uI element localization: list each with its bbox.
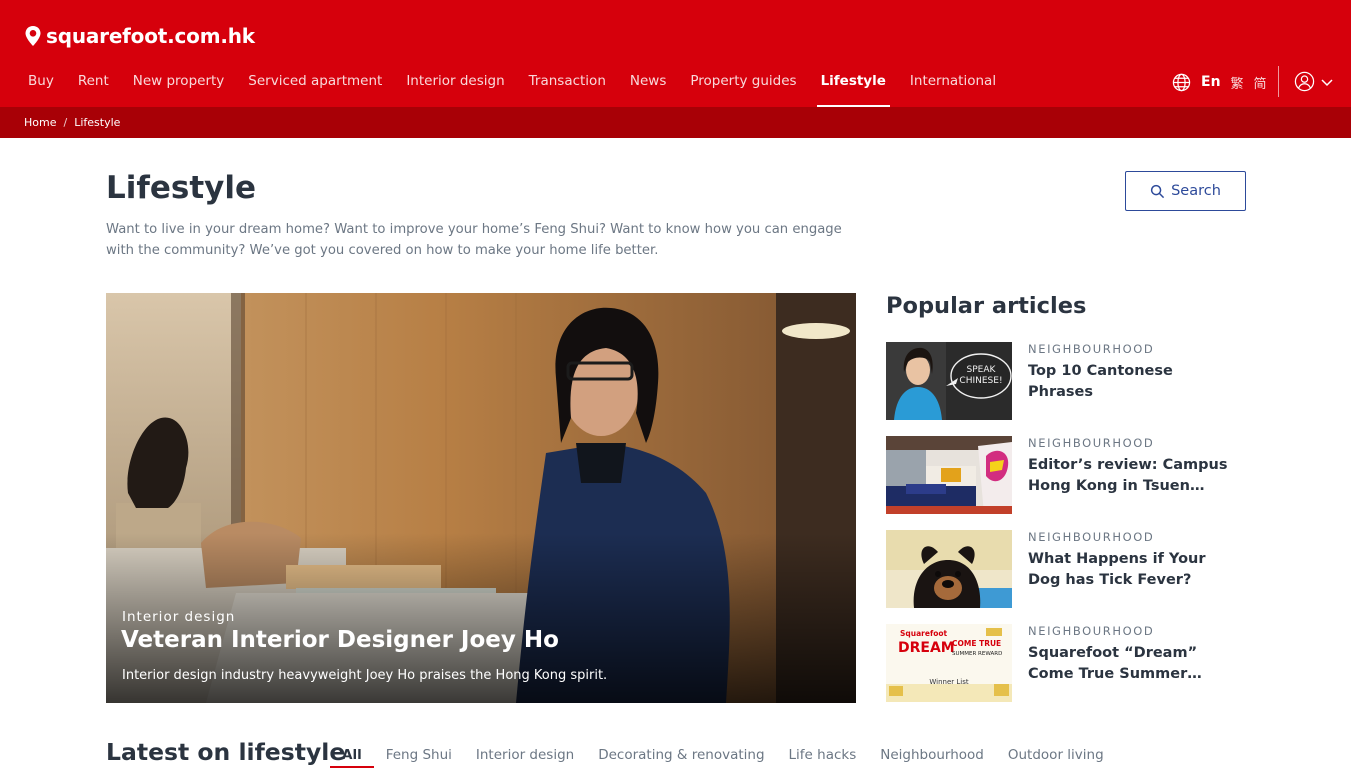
summer-reward-text: SUMMER REWARD — [952, 651, 1002, 657]
popular-article-thumbnail: SPEAK CHINESE! — [886, 342, 1012, 420]
popular-article-thumbnail: Squarefoot DREAM COME TRUE SUMMER REWARD… — [886, 624, 1012, 702]
lang-simplified-chinese[interactable]: 简 — [1254, 73, 1267, 92]
popular-article-category: NEIGHBOURHOOD — [1028, 342, 1155, 356]
campus-hk-image — [886, 436, 1012, 514]
dream-come-true-image: Squarefoot DREAM COME TRUE SUMMER REWARD… — [886, 624, 1012, 702]
popular-article[interactable]: NEIGHBOURHOOD What Happens if Your Dog h… — [886, 530, 1246, 608]
popular-article[interactable]: NEIGHBOURHOOD Editor’s review: Campus Ho… — [886, 436, 1246, 514]
nav-transaction[interactable]: Transaction — [517, 58, 618, 107]
popular-article-title[interactable]: Top 10 Cantonese Phrases — [1028, 361, 1233, 403]
site-header: squarefoot.com.hk Buy Rent New property … — [0, 0, 1351, 107]
language-switcher: En 繁 简 — [1172, 71, 1277, 93]
page-title: Lifestyle — [106, 170, 257, 206]
popular-article-title[interactable]: Editor’s review: Campus Hong Kong in Tsu… — [1028, 455, 1233, 497]
latest-filter-tabs: All Feng Shui Interior design Decorating… — [330, 744, 1116, 768]
popular-article-title[interactable]: What Happens if Your Dog has Tick Fever? — [1028, 549, 1233, 591]
popular-article-thumbnail — [886, 436, 1012, 514]
lang-english[interactable]: En — [1201, 74, 1221, 90]
breadcrumb-separator: / — [63, 116, 68, 129]
popular-article-title[interactable]: Squarefoot “Dream” Come True Summer… — [1028, 643, 1233, 685]
tab-interior-design[interactable]: Interior design — [464, 744, 586, 768]
speak-chinese-image: SPEAK CHINESE! — [886, 342, 1012, 420]
winner-list-text: Winner List — [929, 678, 968, 686]
popular-article-category: NEIGHBOURHOOD — [1028, 436, 1155, 450]
nav-international[interactable]: International — [898, 58, 1008, 107]
user-menu[interactable] — [1294, 71, 1334, 92]
speak-chinese-text-2: CHINESE! — [959, 376, 1002, 386]
popular-article[interactable]: SPEAK CHINESE! NEIGHBOURHOOD Top 10 Cant… — [886, 342, 1246, 420]
tab-neighbourhood[interactable]: Neighbourhood — [868, 744, 996, 768]
breadcrumb-current: Lifestyle — [74, 116, 121, 129]
nav-serviced-apartment[interactable]: Serviced apartment — [236, 58, 394, 107]
featured-article-description: Interior design industry heavyweight Joe… — [122, 668, 608, 683]
nav-buy[interactable]: Buy — [16, 58, 66, 107]
main-nav: Buy Rent New property Serviced apartment… — [16, 58, 1008, 107]
tab-outdoor-living[interactable]: Outdoor living — [996, 744, 1116, 768]
tab-life-hacks[interactable]: Life hacks — [777, 744, 869, 768]
popular-article-category: NEIGHBOURHOOD — [1028, 530, 1155, 544]
nav-news[interactable]: News — [618, 58, 678, 107]
featured-article-title[interactable]: Veteran Interior Designer Joey Ho — [121, 627, 559, 653]
speak-chinese-text-1: SPEAK — [967, 365, 997, 375]
search-button-label: Search — [1171, 183, 1221, 199]
tab-feng-shui[interactable]: Feng Shui — [374, 744, 464, 768]
popular-articles-heading: Popular articles — [886, 293, 1087, 319]
featured-article[interactable]: Interior design Veteran Interior Designe… — [106, 293, 856, 703]
latest-heading: Latest on lifestyle — [106, 738, 346, 766]
chevron-down-icon — [1321, 78, 1333, 86]
tab-decorating-renovating[interactable]: Decorating & renovating — [586, 744, 776, 768]
nav-lifestyle[interactable]: Lifestyle — [809, 58, 898, 107]
popular-article[interactable]: Squarefoot DREAM COME TRUE SUMMER REWARD… — [886, 624, 1246, 702]
popular-article-thumbnail — [886, 530, 1012, 608]
search-button[interactable]: Search — [1125, 171, 1246, 211]
page-intro: Want to live in your dream home? Want to… — [106, 222, 842, 258]
dream-brand-text: Squarefoot — [900, 629, 948, 638]
puppy-image — [886, 530, 1012, 608]
breadcrumb-bar: Home / Lifestyle — [0, 107, 1351, 138]
come-true-text: COME TRUE — [952, 639, 1001, 648]
breadcrumb: Home / Lifestyle — [24, 116, 120, 129]
site-logo[interactable]: squarefoot.com.hk — [24, 22, 255, 50]
nav-property-guides[interactable]: Property guides — [678, 58, 808, 107]
globe-icon[interactable] — [1172, 73, 1191, 92]
tab-all[interactable]: All — [330, 744, 374, 768]
header-divider — [1278, 66, 1279, 97]
location-pin-icon — [25, 26, 41, 46]
dream-text: DREAM — [898, 640, 955, 656]
search-icon — [1150, 184, 1165, 198]
popular-article-category: NEIGHBOURHOOD — [1028, 624, 1155, 638]
logo-text: squarefoot.com.hk — [46, 24, 255, 48]
nav-new-property[interactable]: New property — [121, 58, 237, 107]
user-icon — [1294, 71, 1315, 92]
breadcrumb-home[interactable]: Home — [24, 116, 56, 129]
featured-article-category[interactable]: Interior design — [122, 609, 235, 625]
lang-traditional-chinese[interactable]: 繁 — [1231, 73, 1244, 92]
nav-rent[interactable]: Rent — [66, 58, 121, 107]
nav-interior-design[interactable]: Interior design — [394, 58, 516, 107]
